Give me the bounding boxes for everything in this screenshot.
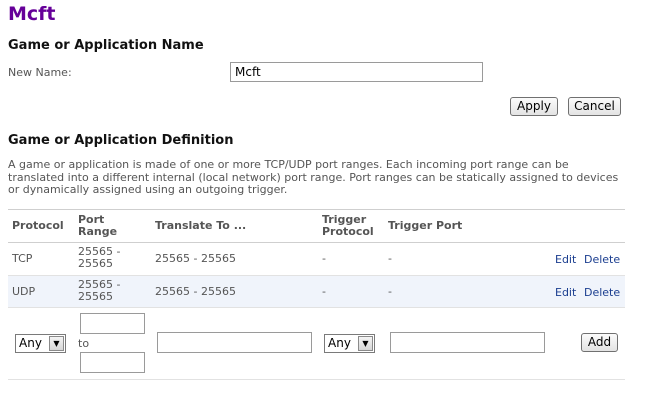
header-divider [8, 242, 625, 243]
header-trigger-protocol: Trigger Protocol [322, 213, 374, 238]
trigger-protocol-select-value: Any [328, 336, 351, 350]
apply-button[interactable]: Apply [510, 97, 558, 116]
row-2-protocol: UDP [12, 285, 36, 298]
table-top-divider [8, 209, 625, 210]
port-mapping-page: Mcft Game or Application Name New Name: … [0, 0, 654, 410]
port-range-start-input[interactable] [80, 313, 145, 334]
to-label: to [78, 337, 90, 350]
row-1-edit-link[interactable]: Edit [555, 253, 576, 266]
row-1-delete-link[interactable]: Delete [584, 253, 620, 266]
row-1-trigger-port: - [388, 252, 392, 265]
row-1-trigger-protocol: - [322, 252, 326, 265]
chevron-down-icon[interactable]: ▼ [358, 336, 373, 351]
protocol-select[interactable]: Any ▼ [15, 334, 66, 353]
trigger-protocol-select[interactable]: Any ▼ [324, 334, 375, 353]
cancel-button[interactable]: Cancel [568, 97, 621, 116]
header-translate-to: Translate To ... [155, 219, 247, 232]
name-section-heading: Game or Application Name [8, 38, 204, 53]
header-trigger-port: Trigger Port [388, 219, 463, 232]
page-title: Mcft [8, 3, 56, 25]
row-2-trigger-port: - [388, 285, 392, 298]
chevron-down-icon[interactable]: ▼ [49, 336, 64, 351]
row-1-translate-to: 25565 - 25565 [155, 252, 236, 265]
trigger-port-input[interactable] [390, 332, 545, 353]
add-button[interactable]: Add [581, 333, 618, 352]
row-1-protocol: TCP [12, 252, 33, 265]
new-name-input[interactable] [230, 62, 483, 82]
header-port-range: Port Range [78, 213, 118, 238]
row-2-edit-link[interactable]: Edit [555, 286, 576, 299]
definition-description: A game or application is made of one or … [8, 158, 619, 196]
header-protocol: Protocol [12, 219, 64, 232]
protocol-select-value: Any [19, 336, 42, 350]
port-range-end-input[interactable] [80, 352, 145, 373]
row-1-port-range: 25565 - 25565 [78, 245, 121, 270]
row-2-translate-to: 25565 - 25565 [155, 285, 236, 298]
new-name-label: New Name: [8, 66, 72, 79]
row-2-port-range: 25565 - 25565 [78, 278, 121, 303]
row-2-delete-link[interactable]: Delete [584, 286, 620, 299]
row-divider [8, 307, 625, 308]
row-2-trigger-protocol: - [322, 285, 326, 298]
definition-section-heading: Game or Application Definition [8, 133, 234, 148]
translate-to-input[interactable] [157, 332, 312, 353]
table-bottom-divider [8, 379, 625, 380]
